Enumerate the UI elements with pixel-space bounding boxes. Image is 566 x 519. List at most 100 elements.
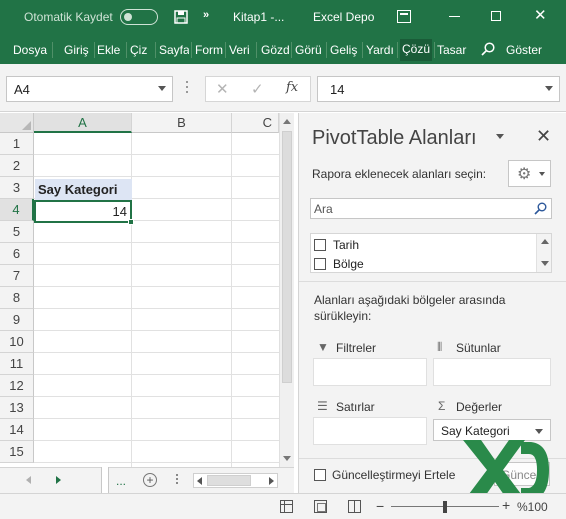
scroll-down-icon[interactable] [541, 261, 549, 266]
name-box[interactable]: A4 [6, 76, 173, 102]
tab-tasarim[interactable]: Tasar [437, 43, 467, 57]
page-layout-view-icon[interactable] [314, 500, 327, 513]
scroll-left-icon[interactable] [197, 477, 202, 485]
checkmark-icon[interactable]: ✓ [251, 80, 264, 98]
tab-gorunum[interactable]: Görü [295, 43, 323, 57]
formula-buttons: ✕ ✓ fx [205, 76, 311, 102]
fill-handle[interactable] [128, 219, 134, 225]
chevron-down-icon[interactable] [158, 86, 166, 91]
normal-view-icon[interactable] [280, 500, 293, 513]
tab-yardim[interactable]: Yardı [366, 43, 394, 57]
sheet-prev-icon[interactable] [26, 476, 31, 484]
cell-a3[interactable]: Say Kategori [35, 179, 132, 200]
expand-formula-bar-icon[interactable] [545, 86, 553, 91]
tab-split-handle[interactable] [176, 474, 178, 487]
zoom-out-icon[interactable]: − [376, 498, 384, 514]
row-header-12[interactable]: 12 [0, 375, 34, 397]
row-header-8[interactable]: 8 [0, 287, 34, 309]
tools-button[interactable]: ⚙ [508, 160, 551, 187]
chevron-down-icon[interactable] [535, 429, 543, 434]
scroll-thumb[interactable] [282, 131, 292, 383]
tell-me-search-icon[interactable] [481, 42, 495, 56]
row-header-13[interactable]: 13 [0, 397, 34, 419]
scroll-down-icon[interactable] [283, 456, 291, 461]
select-all-corner[interactable] [0, 113, 34, 133]
field-list-scrollbar[interactable] [536, 234, 551, 272]
row-header-10[interactable]: 10 [0, 331, 34, 353]
row-header-1[interactable]: 1 [0, 133, 34, 155]
cancel-icon[interactable]: ✕ [216, 80, 229, 98]
zoom-slider-thumb[interactable] [443, 501, 447, 513]
save-icon[interactable] [174, 10, 188, 24]
field-label: Bölge [333, 257, 364, 271]
tell-me-label[interactable]: Göster [506, 43, 542, 57]
scroll-up-icon[interactable] [283, 119, 291, 124]
row-header-11[interactable]: 11 [0, 353, 34, 375]
scroll-up-icon[interactable] [541, 239, 549, 244]
insert-function-icon[interactable]: fx [286, 80, 298, 95]
field-search-input[interactable]: Ara [310, 198, 552, 219]
row-header-15[interactable]: 15 [0, 441, 34, 463]
field-checkbox[interactable] [314, 239, 326, 251]
rows-drop-area[interactable] [313, 417, 427, 445]
maximize-icon[interactable] [491, 11, 501, 21]
row-header-9[interactable]: 9 [0, 309, 34, 331]
autosave-toggle[interactable] [120, 9, 158, 25]
tab-sayfa[interactable]: Sayfa [159, 43, 189, 57]
row-header-14[interactable]: 14 [0, 419, 34, 441]
column-header-a[interactable]: A [34, 113, 132, 133]
columns-drop-area[interactable] [433, 358, 551, 386]
tab-separator [155, 42, 156, 58]
quick-access-more-icon[interactable]: » [203, 9, 209, 21]
row-header-5[interactable]: 5 [0, 221, 34, 243]
more-sheets[interactable]: ... [116, 474, 126, 488]
formula-input[interactable]: 14 [317, 76, 560, 102]
ribbon-display-options-icon[interactable] [397, 10, 411, 23]
tab-cozumle[interactable]: Çözü [400, 39, 432, 61]
horizontal-scrollbar[interactable] [193, 473, 278, 488]
cell-a4-selected[interactable]: 14 [34, 200, 134, 225]
field-checkbox[interactable] [314, 258, 326, 270]
worksheet-grid[interactable]: A B C 1 2 3 4 5 6 7 8 9 10 11 12 13 14 1… [0, 113, 294, 467]
row-header-7[interactable]: 7 [0, 265, 34, 287]
tab-gozden[interactable]: Gözd [261, 43, 289, 57]
column-header-b[interactable]: B [132, 113, 232, 133]
zoom-in-icon[interactable]: + [502, 497, 510, 513]
zoom-level[interactable]: %100 [517, 500, 548, 514]
sheet-tab[interactable] [101, 467, 109, 493]
scroll-right-icon[interactable] [269, 477, 274, 485]
row-header-2[interactable]: 2 [0, 155, 34, 177]
filters-drop-area[interactable] [313, 358, 427, 386]
pane-options-icon[interactable] [496, 134, 504, 139]
close-icon[interactable]: ✕ [534, 8, 547, 23]
tab-dosya[interactable]: Dosya [13, 43, 49, 57]
pane-divider[interactable] [299, 281, 566, 282]
minimize-icon[interactable] [449, 16, 460, 17]
close-pane-icon[interactable]: ✕ [536, 126, 551, 147]
columns-icon: ⦀ [437, 340, 443, 354]
gridline [34, 374, 279, 375]
defer-update-checkbox[interactable] [314, 469, 326, 481]
tab-ciz[interactable]: Çiz [130, 43, 150, 57]
tab-formul[interactable]: Form [195, 43, 223, 57]
tab-gelistirici[interactable]: Geliş [330, 43, 360, 57]
add-sheet-icon[interactable]: + [143, 473, 157, 487]
tab-giris[interactable]: Giriş [64, 43, 92, 57]
vertical-scrollbar[interactable] [279, 113, 294, 467]
page-break-view-icon[interactable] [348, 500, 361, 513]
row-header-3[interactable]: 3 [0, 177, 34, 199]
gridline [34, 286, 279, 287]
formula-bar-resize-handle[interactable] [186, 81, 190, 95]
hscroll-thumb[interactable] [207, 475, 251, 486]
watermark-logo [463, 440, 549, 493]
row-header-4[interactable]: 4 [0, 199, 34, 221]
tab-ekle[interactable]: Ekle [97, 43, 123, 57]
formula-bar: A4 ✕ ✓ fx 14 [0, 64, 566, 112]
row-header-6[interactable]: 6 [0, 243, 34, 265]
sheet-next-icon[interactable] [56, 476, 61, 484]
filters-area-label: Filtreler [336, 341, 377, 355]
ribbon-tabs: Dosya Giriş Ekle Çiz Sayfa Form Veri Göz… [0, 34, 566, 64]
tab-veri[interactable]: Veri [229, 43, 253, 57]
tab-separator [225, 42, 226, 58]
column-header-c[interactable]: C [232, 113, 279, 133]
